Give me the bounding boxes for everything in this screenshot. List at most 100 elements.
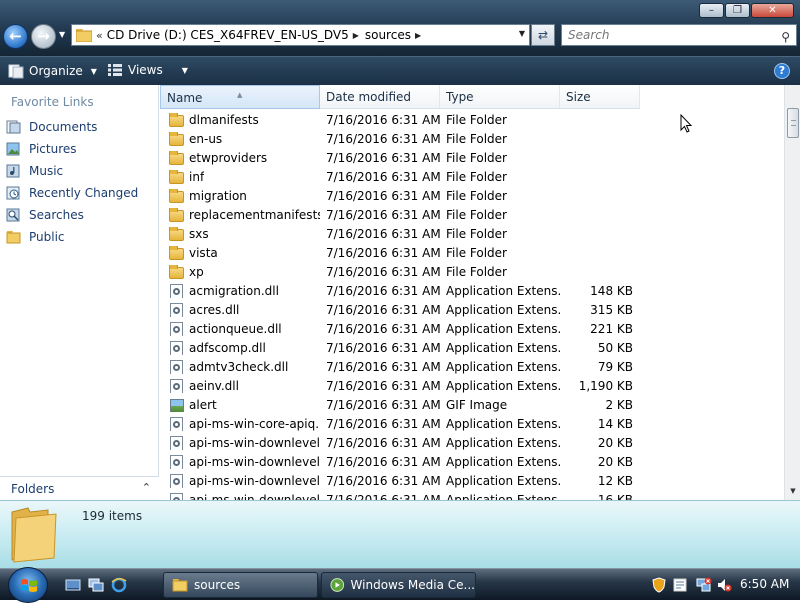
nav-item-label: Documents (29, 120, 98, 134)
file-row[interactable]: vista 7/16/2016 6:31 AM File Folder (160, 243, 784, 262)
file-row[interactable]: acmigration.dll 7/16/2016 6:31 AM Applicat… (160, 281, 784, 300)
file-date-modified: 7/16/2016 6:31 AM (326, 207, 441, 222)
file-row[interactable]: sxs 7/16/2016 6:31 AM File Folder (160, 224, 784, 243)
file-row[interactable]: migration 7/16/2016 6:31 AM File Folder (160, 186, 784, 205)
pictures-icon (6, 142, 20, 156)
action-center-icon[interactable] (672, 577, 688, 593)
breadcrumb-drive[interactable]: CD Drive (D:) CES_X64FREV_EN-US_DV5 (107, 28, 349, 42)
nav-item-documents[interactable]: Documents (6, 120, 97, 134)
column-header-row: ▲ Name Date modified Type Size (160, 85, 784, 109)
task-button-sources[interactable]: sources (163, 572, 318, 598)
column-header-size[interactable]: Size (560, 85, 640, 109)
breadcrumb-sources[interactable]: sources (365, 28, 411, 42)
file-date-modified: 7/16/2016 6:31 AM (326, 112, 441, 127)
dll-file-icon (169, 378, 185, 393)
file-type: Application Extens... (446, 340, 560, 355)
file-row[interactable]: acres.dll 7/16/2016 6:31 AM Application Ex… (160, 300, 784, 319)
recent-pages-dropdown[interactable]: ▼ (59, 30, 65, 39)
file-row[interactable]: api-ms-win-downlevel... 7/16/2016 6:31 AM… (160, 452, 784, 471)
volume-muted-icon[interactable] (716, 577, 732, 593)
file-row[interactable]: aeinv.dll 7/16/2016 6:31 AM Application Ex… (160, 376, 784, 395)
file-name: sxs (189, 226, 209, 241)
nav-item-public[interactable]: Public (6, 230, 65, 244)
file-type: Application Extens... (446, 492, 560, 501)
dll-file-icon (169, 340, 185, 355)
file-size: 12 KB (597, 473, 633, 488)
nav-item-label: Music (29, 164, 64, 178)
file-row[interactable]: api-ms-win-downlevel... 7/16/2016 6:31 AM… (160, 490, 784, 500)
back-button[interactable]: ← (3, 24, 28, 49)
nav-item-searches[interactable]: Searches (6, 208, 84, 222)
show-desktop-icon[interactable] (65, 577, 81, 593)
file-type: Application Extens... (446, 378, 560, 393)
folders-label: Folders (11, 482, 55, 496)
forward-button[interactable]: → (31, 24, 56, 49)
nav-item-recently-changed[interactable]: Recently Changed (6, 186, 138, 200)
file-name-cell: api-ms-win-downlevel... (160, 473, 320, 488)
sort-ascending-icon: ▲ (237, 91, 243, 99)
switch-windows-icon[interactable] (88, 577, 104, 593)
scroll-down-button[interactable]: ▼ (785, 484, 800, 498)
column-header-name[interactable]: ▲ Name (160, 85, 320, 109)
file-size: 2 KB (605, 397, 633, 412)
address-dropdown-button[interactable]: ▼ (519, 29, 525, 38)
back-arrow-icon: ← (9, 27, 22, 45)
file-row[interactable]: xp 7/16/2016 6:31 AM File Folder (160, 262, 784, 281)
organize-label: Organize (29, 64, 83, 78)
organize-button[interactable]: Organize ▼ (8, 63, 97, 79)
column-header-type[interactable]: Type (440, 85, 560, 109)
address-overflow-button[interactable]: « (96, 29, 103, 42)
file-date-modified: 7/16/2016 6:31 AM (326, 340, 441, 355)
views-button[interactable]: Views ▼ (107, 63, 188, 77)
column-header-date[interactable]: Date modified (320, 85, 440, 109)
folders-toggle[interactable]: Folders ⌃ (0, 476, 159, 500)
file-date-modified: 7/16/2016 6:31 AM (326, 321, 441, 336)
close-button[interactable]: ✕ (751, 3, 794, 18)
folder-icon (169, 188, 185, 203)
file-name: admtv3check.dll (189, 359, 289, 374)
network-icon[interactable] (696, 577, 712, 593)
file-date-modified: 7/16/2016 6:31 AM (326, 245, 441, 260)
refresh-button[interactable]: ⇄ (531, 24, 555, 46)
file-row[interactable]: etwproviders 7/16/2016 6:31 AM File Folder (160, 148, 784, 167)
organize-icon (8, 64, 24, 79)
file-row[interactable]: api-ms-win-core-apiq... 7/16/2016 6:31 AM… (160, 414, 784, 433)
file-name: acres.dll (189, 302, 240, 317)
chevron-right-icon[interactable]: ▶ (353, 31, 359, 40)
file-type: Application Extens... (446, 473, 560, 488)
folder-icon (169, 131, 185, 146)
clock[interactable]: 6:50 AM (740, 577, 789, 591)
file-type: File Folder (446, 207, 507, 222)
nav-item-pictures[interactable]: Pictures (6, 142, 77, 156)
file-row[interactable]: api-ms-win-downlevel... 7/16/2016 6:31 AM… (160, 433, 784, 452)
file-row[interactable]: admtv3check.dll 7/16/2016 6:31 AM Applicat… (160, 357, 784, 376)
file-row[interactable]: alert 7/16/2016 6:31 AM GIF Image 2 KB (160, 395, 784, 414)
file-name-cell: acmigration.dll (160, 283, 320, 298)
address-bar[interactable]: « CD Drive (D:) CES_X64FREV_EN-US_DV5 ▶ … (71, 24, 530, 46)
file-row[interactable]: adfscomp.dll 7/16/2016 6:31 AM Application… (160, 338, 784, 357)
file-row[interactable]: inf 7/16/2016 6:31 AM File Folder (160, 167, 784, 186)
title-bar: – ❐ ✕ ← → ▼ « CD Drive (D:) CES_X64FREV_… (0, 0, 800, 56)
folder-icon (169, 226, 185, 241)
internet-explorer-icon[interactable] (111, 577, 127, 593)
minimize-button[interactable]: – (699, 3, 724, 18)
search-input[interactable]: Search ⚲ (561, 24, 797, 46)
help-button[interactable]: ? (774, 63, 790, 79)
search-icon[interactable]: ⚲ (781, 27, 790, 47)
nav-item-music[interactable]: Music (6, 164, 63, 178)
security-shield-icon[interactable] (651, 577, 667, 593)
file-size: 315 KB (590, 302, 633, 317)
command-toolbar: Organize ▼ Views ▼ ? (0, 56, 800, 85)
scroll-thumb[interactable] (787, 108, 799, 138)
file-row[interactable]: replacementmanifests 7/16/2016 6:31 AM Fil… (160, 205, 784, 224)
file-row[interactable]: actionqueue.dll 7/16/2016 6:31 AM Applicat… (160, 319, 784, 338)
vertical-scrollbar[interactable]: ▲ ▼ (784, 85, 800, 500)
chevron-right-icon[interactable]: ▶ (415, 31, 421, 40)
start-button[interactable] (8, 567, 48, 603)
task-button-windows-media-center[interactable]: Windows Media Ce... (321, 572, 476, 598)
file-date-modified: 7/16/2016 6:31 AM (326, 150, 441, 165)
file-type: Application Extens... (446, 321, 560, 336)
file-row[interactable]: api-ms-win-downlevel... 7/16/2016 6:31 AM… (160, 471, 784, 490)
file-name: aeinv.dll (189, 378, 239, 393)
maximize-button[interactable]: ❐ (725, 3, 750, 18)
